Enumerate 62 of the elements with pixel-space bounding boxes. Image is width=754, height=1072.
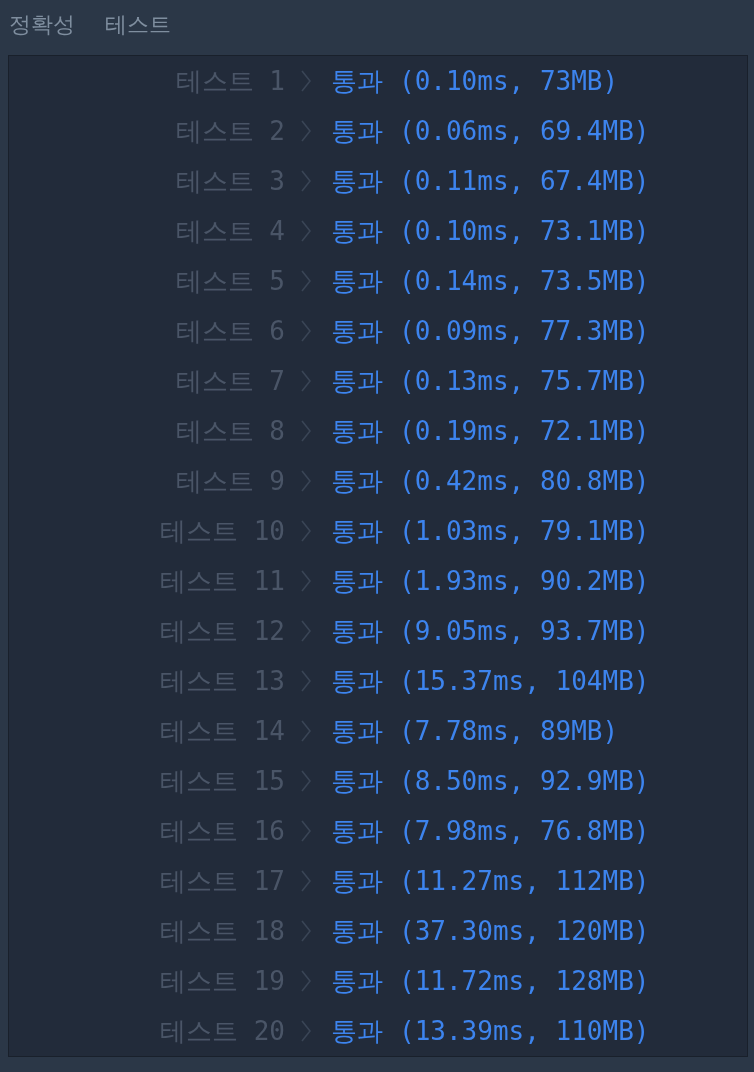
section-subtitle: 테스트	[105, 10, 171, 39]
chevron-right-icon	[301, 920, 311, 942]
test-result: (8.50ms, 92.9MB)	[399, 766, 650, 796]
test-result: (9.05ms, 93.7MB)	[399, 616, 650, 646]
test-result: (0.19ms, 72.1MB)	[399, 416, 650, 446]
test-status: 통과	[331, 264, 383, 298]
test-result: (13.39ms, 110MB)	[399, 1016, 650, 1046]
test-result: (1.03ms, 79.1MB)	[399, 516, 650, 546]
test-status: 통과	[331, 714, 383, 748]
chevron-right-icon	[301, 620, 311, 642]
test-status: 통과	[331, 864, 383, 898]
chevron-right-icon	[301, 170, 311, 192]
test-status: 통과	[331, 764, 383, 798]
chevron-right-icon	[301, 670, 311, 692]
test-status: 통과	[331, 64, 383, 98]
test-result: (37.30ms, 120MB)	[399, 916, 650, 946]
chevron-right-icon	[301, 520, 311, 542]
chevron-right-icon	[301, 820, 311, 842]
chevron-right-icon	[301, 720, 311, 742]
test-status: 통과	[331, 414, 383, 448]
test-result: (0.09ms, 77.3MB)	[399, 316, 650, 346]
test-status: 통과	[331, 814, 383, 848]
test-status: 통과	[331, 514, 383, 548]
test-result: (1.93ms, 90.2MB)	[399, 566, 650, 596]
chevron-right-icon	[301, 270, 311, 292]
test-result: (0.42ms, 80.8MB)	[399, 466, 650, 496]
chevron-right-icon	[301, 470, 311, 492]
test-result: (0.14ms, 73.5MB)	[399, 266, 650, 296]
test-status: 통과	[331, 964, 383, 998]
test-result: (0.06ms, 69.4MB)	[399, 116, 650, 146]
test-result: (7.98ms, 76.8MB)	[399, 816, 650, 846]
chevron-right-icon	[301, 570, 311, 592]
chevron-right-icon	[301, 120, 311, 142]
test-result: (15.37ms, 104MB)	[399, 666, 650, 696]
chevron-right-icon	[301, 870, 311, 892]
chevron-right-icon	[301, 320, 311, 342]
test-result: (0.10ms, 73MB)	[399, 66, 619, 96]
test-status: 통과	[331, 664, 383, 698]
test-status: 통과	[331, 914, 383, 948]
test-status: 통과	[331, 1014, 383, 1048]
test-result: (11.27ms, 112MB)	[399, 866, 650, 896]
test-status: 통과	[331, 314, 383, 348]
test-result: (0.11ms, 67.4MB)	[399, 166, 650, 196]
test-result: (0.10ms, 73.1MB)	[399, 216, 650, 246]
test-status: 통과	[331, 614, 383, 648]
test-result: (11.72ms, 128MB)	[399, 966, 650, 996]
test-status: 통과	[331, 164, 383, 198]
test-status: 통과	[331, 114, 383, 148]
chevron-right-icon	[301, 770, 311, 792]
chevron-right-icon	[301, 420, 311, 442]
test-result: (7.78ms, 89MB)	[399, 716, 619, 746]
chevron-right-icon	[301, 220, 311, 242]
test-status: 통과	[331, 364, 383, 398]
chevron-right-icon	[301, 1020, 311, 1042]
test-status: 통과	[331, 564, 383, 598]
chevron-right-icon	[301, 970, 311, 992]
chevron-right-icon	[301, 370, 311, 392]
test-status: 통과	[331, 214, 383, 248]
section-title: 정확성	[9, 10, 75, 39]
test-result: (0.13ms, 75.7MB)	[399, 366, 650, 396]
chevron-right-icon	[301, 70, 311, 92]
test-status: 통과	[331, 464, 383, 498]
